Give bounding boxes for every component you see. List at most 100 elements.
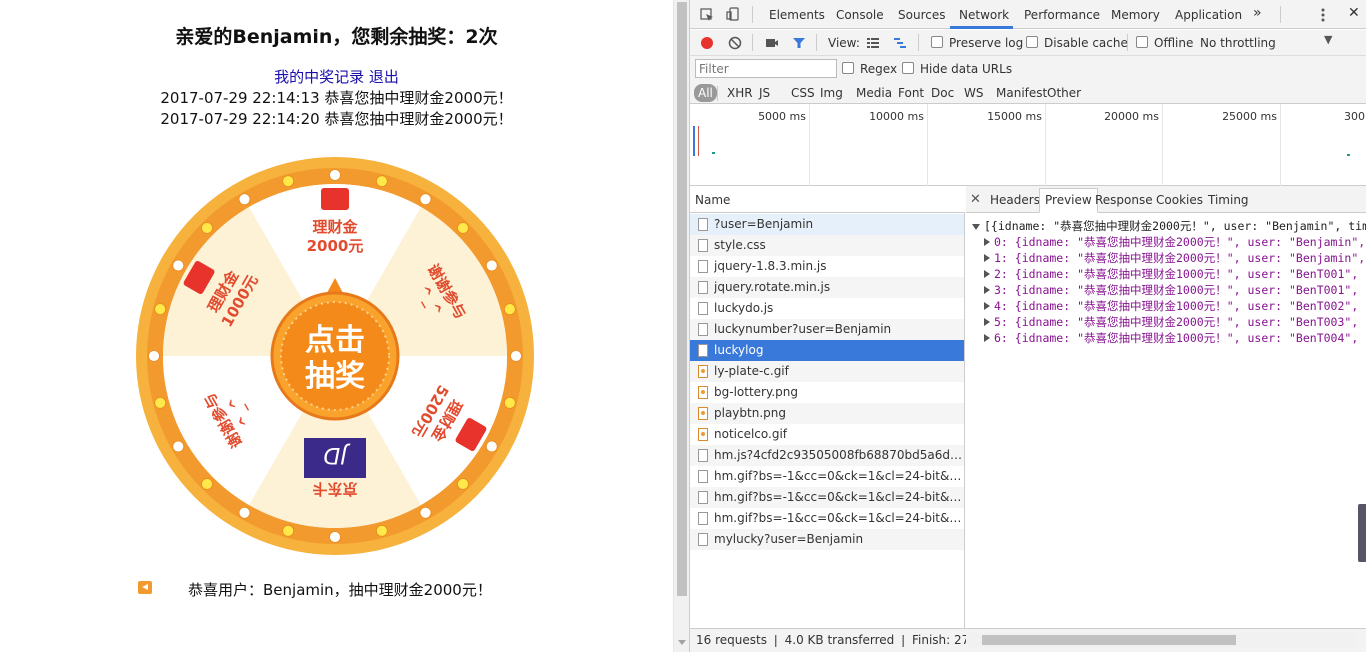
request-row[interactable]: hm.js?4cfd2c93505008fb68870bd5a6d87b7f (690, 445, 964, 466)
more-tabs-icon[interactable]: » (1253, 5, 1262, 21)
kebab-menu-icon[interactable] (1316, 8, 1330, 22)
rim-light (148, 350, 160, 362)
tab-performance[interactable]: Performance (1024, 8, 1100, 22)
request-name: hm.gif?bs=-1&cc=0&ck=1&cl=24-bit&ds=1... (714, 490, 962, 504)
type-filter-js[interactable]: JS (759, 86, 770, 100)
expand-right-icon[interactable] (984, 270, 990, 278)
disable-cache-checkbox[interactable] (1026, 36, 1038, 48)
type-filter-ws[interactable]: WS (964, 86, 983, 100)
waterfall-icon[interactable] (893, 36, 907, 50)
request-row[interactable]: mylucky?user=Benjamin (690, 529, 964, 550)
request-row[interactable]: bg-lottery.png (690, 382, 964, 403)
json-array-item[interactable]: 3: {idname: "恭喜您抽中理财金1000元！", user: "Ben… (984, 282, 1366, 298)
scrollbar-thumb[interactable] (982, 635, 1236, 645)
json-array-item[interactable]: 4: {idname: "恭喜您抽中理财金1000元！", user: "Ben… (984, 298, 1366, 314)
rim-light (419, 193, 432, 206)
capture-screenshots-icon[interactable] (765, 36, 779, 50)
detail-tab-headers[interactable]: Headers (990, 193, 1040, 207)
wheel-graphic[interactable]: 理财金2000元谢谢参与^_^理财金5200元JD京东卡谢谢参与^_^理财金10… (135, 156, 535, 556)
expand-right-icon[interactable] (984, 286, 990, 294)
page-scrollbar[interactable] (673, 0, 689, 652)
tab-network[interactable]: Network (959, 8, 1009, 22)
type-filter-img[interactable]: Img (820, 86, 843, 100)
throttling-select[interactable]: No throttling (1200, 36, 1276, 50)
chevron-down-icon[interactable]: ▼ (1324, 33, 1332, 46)
tab-elements[interactable]: Elements (769, 8, 825, 22)
record-icon[interactable] (700, 36, 714, 50)
request-row[interactable]: ?user=Benjamin (690, 214, 964, 235)
request-row[interactable]: playbtn.png (690, 403, 964, 424)
type-filter-font[interactable]: Font (898, 86, 924, 100)
expand-right-icon[interactable] (984, 238, 990, 246)
rim-light (282, 175, 295, 188)
type-filter-media[interactable]: Media (856, 86, 892, 100)
image-file-icon (698, 428, 708, 441)
json-array-item[interactable]: 6: {idname: "恭喜您抽中理财金1000元！", user: "Ben… (984, 330, 1366, 346)
type-filter-css[interactable]: CSS (791, 86, 815, 100)
scrollbar-thumb[interactable] (677, 2, 687, 596)
inspect-icon[interactable] (700, 8, 714, 22)
tab-memory[interactable]: Memory (1111, 8, 1160, 22)
json-array-root[interactable]: [{idname: "恭喜您抽中理财金2000元！", user: "Benja… (972, 218, 1366, 234)
request-row[interactable]: style.css (690, 235, 964, 256)
type-filter-other[interactable]: Other (1047, 86, 1081, 100)
expand-down-icon[interactable] (972, 224, 980, 230)
name-column-header[interactable]: Name (695, 193, 730, 207)
my-records-link[interactable]: 我的中奖记录 (274, 68, 364, 86)
detail-tab-preview[interactable]: Preview (1039, 188, 1098, 213)
json-array-item[interactable]: 2: {idname: "恭喜您抽中理财金1000元！", user: "Ben… (984, 266, 1366, 282)
detail-tab-response[interactable]: Response (1095, 193, 1153, 207)
json-array-item[interactable]: 0: {idname: "恭喜您抽中理财金2000元！", user: "Ben… (984, 234, 1366, 250)
detail-tab-bar: ✕ Headers Preview Response Cookies Timin… (966, 186, 1366, 213)
json-text: 4: {idname: "恭喜您抽中理财金1000元！", user: "Ben… (994, 299, 1366, 313)
logout-link[interactable]: 退出 (369, 68, 399, 86)
regex-checkbox[interactable] (842, 62, 854, 74)
expand-right-icon[interactable] (984, 318, 990, 326)
request-row[interactable]: hm.gif?bs=-1&cc=0&ck=1&cl=24-bit&ds=1... (690, 508, 964, 529)
request-row[interactable]: jquery.rotate.min.js (690, 277, 964, 298)
request-row[interactable]: luckylog (690, 340, 964, 361)
type-filter-manifest[interactable]: Manifest (996, 86, 1047, 100)
rim-light (329, 531, 341, 543)
type-filter-doc[interactable]: Doc (931, 86, 954, 100)
close-detail-icon[interactable]: ✕ (970, 192, 981, 207)
preview-scrollbar-thumb[interactable] (1358, 504, 1366, 562)
expand-right-icon[interactable] (984, 254, 990, 262)
tab-console[interactable]: Console (836, 8, 884, 22)
detail-tab-cookies[interactable]: Cookies (1156, 193, 1203, 207)
request-row[interactable]: luckydo.js (690, 298, 964, 319)
request-row[interactable]: luckynumber?user=Benjamin (690, 319, 964, 340)
device-toggle-icon[interactable] (726, 7, 740, 21)
detail-tab-timing[interactable]: Timing (1208, 193, 1249, 207)
request-row[interactable]: noticelco.gif (690, 424, 964, 445)
request-name: bg-lottery.png (714, 385, 799, 399)
expand-right-icon[interactable] (984, 334, 990, 342)
tab-application[interactable]: Application (1175, 8, 1242, 22)
request-row[interactable]: hm.gif?bs=-1&cc=0&ck=1&cl=24-bit&ds=1... (690, 487, 964, 508)
tab-sources[interactable]: Sources (898, 8, 945, 22)
type-filter-xhr[interactable]: XHR (727, 86, 753, 100)
close-devtools-icon[interactable]: ✕ (1348, 5, 1360, 21)
request-row[interactable]: jquery-1.8.3.min.js (690, 256, 964, 277)
request-row[interactable]: hm.gif?bs=-1&cc=0&ck=1&cl=24-bit&ds=1... (690, 466, 964, 487)
notice-bar: 恭喜用户：Benjamin，抽中理财金2000元！ (138, 578, 538, 600)
preserve-log-checkbox[interactable] (931, 36, 943, 48)
json-array-item[interactable]: 1: {idname: "恭喜您抽中理财金2000元！", user: "Ben… (984, 250, 1366, 266)
large-rows-icon[interactable] (866, 36, 880, 50)
type-filter-all[interactable]: All (694, 84, 717, 102)
offline-checkbox[interactable] (1136, 36, 1148, 48)
json-array-item[interactable]: 5: {idname: "恭喜您抽中理财金2000元！", user: "Ben… (984, 314, 1366, 330)
filter-icon[interactable] (792, 36, 806, 50)
hide-data-urls-checkbox[interactable] (902, 62, 914, 74)
filter-input[interactable] (695, 59, 837, 78)
rim-light (238, 193, 251, 206)
clear-icon[interactable] (728, 36, 742, 50)
timeline-overview[interactable]: 5000 ms 10000 ms 15000 ms 20000 ms 25000… (690, 104, 1366, 186)
request-row[interactable]: ly-plate-c.gif (690, 361, 964, 382)
rim-light (238, 506, 251, 519)
scroll-down-arrow-icon[interactable] (678, 640, 686, 645)
expand-right-icon[interactable] (984, 302, 990, 310)
document-file-icon (698, 323, 708, 336)
request-list: Name ?user=Benjamin style.css jquery-1.8.3… (690, 186, 965, 628)
horizontal-scrollbar[interactable] (966, 633, 1356, 647)
